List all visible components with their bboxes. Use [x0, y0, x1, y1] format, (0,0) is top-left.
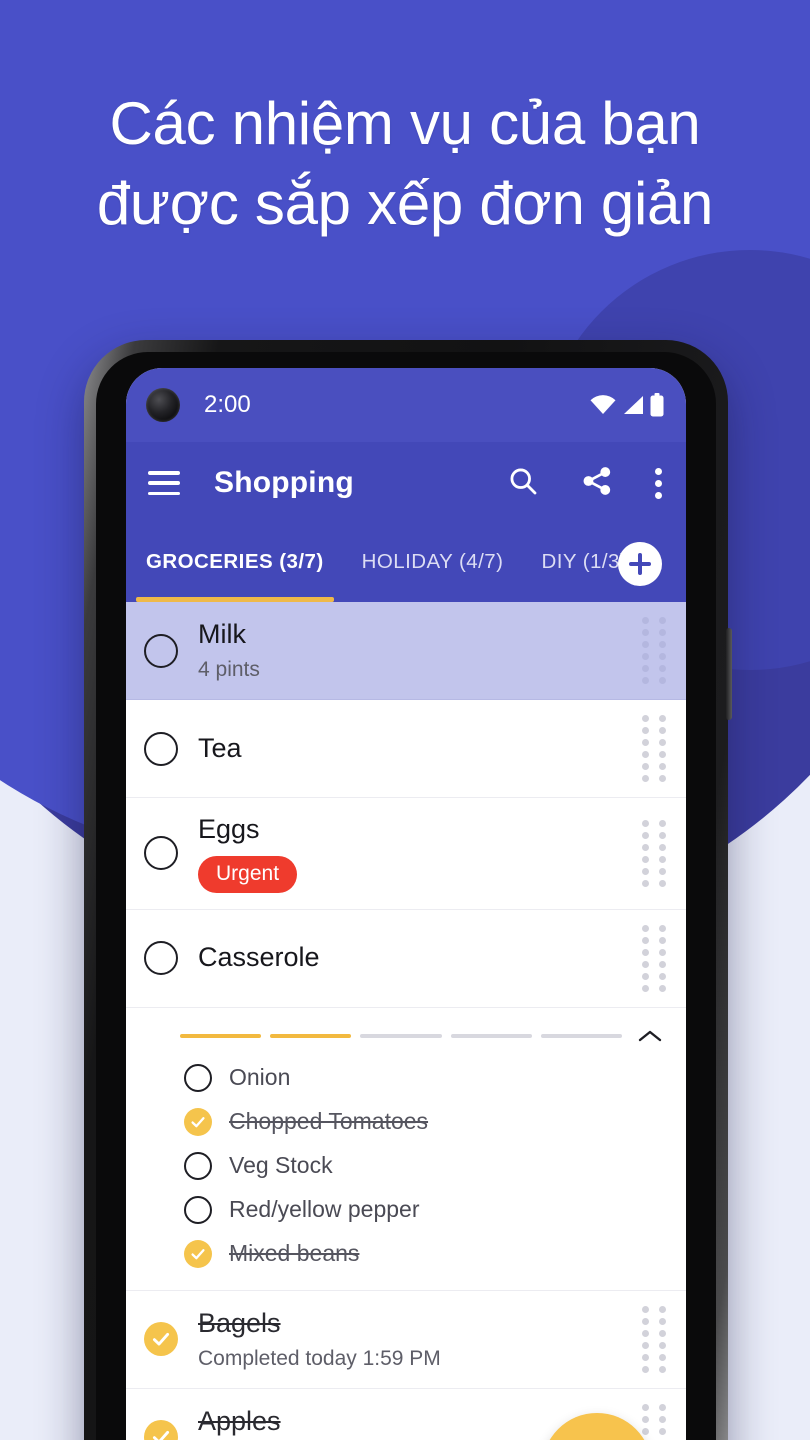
progress-segment [540, 1033, 623, 1038]
list-item[interactable]: Mixed beans [144, 1232, 668, 1276]
task-content: Tea [198, 717, 632, 781]
task-content: Eggs Urgent [198, 798, 632, 909]
add-list-button[interactable] [618, 542, 662, 586]
task-title: Milk [198, 619, 246, 650]
table-row[interactable]: Milk 4 pints [126, 602, 686, 700]
list-item[interactable]: Onion [144, 1056, 668, 1100]
subtask-checkbox-red-yellow-pepper[interactable] [184, 1195, 212, 1224]
phone-screen: 2:00 Shopping GROCERIES (3/7) HOLIDAY (4… [126, 368, 686, 1440]
cellular-signal-icon [622, 395, 644, 415]
progress-segment [270, 1033, 352, 1038]
page-title: Shopping [214, 466, 354, 499]
search-icon[interactable] [507, 465, 539, 502]
front-camera-icon [146, 388, 180, 422]
task-list: Milk 4 pints Tea Eggs Urgent Casserole O… [126, 602, 686, 1440]
progress-segment [360, 1033, 442, 1038]
subtask-progress [144, 1022, 668, 1056]
drag-handle-icon[interactable] [642, 819, 668, 887]
status-bar: 2:00 [126, 368, 686, 442]
app-bar: Shopping [126, 442, 686, 524]
subtask-label: Onion [229, 1064, 291, 1091]
promo-headline: Các nhiệm vụ của bạn được sắp xếp đơn gi… [96, 90, 714, 237]
status-bar-icons [590, 393, 664, 417]
subtask-checkbox-onion[interactable] [184, 1063, 212, 1092]
task-title: Eggs [198, 814, 260, 844]
share-icon[interactable] [581, 465, 613, 502]
task-checkbox-tea[interactable] [144, 731, 178, 766]
subtask-label: Veg Stock [229, 1152, 333, 1179]
drag-handle-icon[interactable] [642, 924, 668, 992]
tab-bar: GROCERIES (3/7) HOLIDAY (4/7) DIY (1/3) [126, 524, 686, 602]
table-row[interactable]: Bagels Completed today 1:59 PM [126, 1290, 686, 1389]
subtask-checkbox-mixed-beans[interactable] [184, 1239, 212, 1268]
status-bar-time: 2:00 [204, 391, 251, 418]
task-content: Casserole [198, 926, 632, 990]
drag-handle-icon[interactable] [642, 617, 668, 684]
battery-icon [650, 393, 664, 417]
promo-screenshot: Các nhiệm vụ của bạn được sắp xếp đơn gi… [0, 0, 810, 1440]
list-item[interactable]: Chopped Tomatoes [144, 1100, 668, 1144]
progress-segment [180, 1033, 262, 1038]
drag-handle-icon[interactable] [642, 715, 668, 782]
tab-holiday[interactable]: HOLIDAY (4/7) [362, 524, 504, 602]
task-checkbox-apples[interactable] [144, 1420, 178, 1440]
status-badge: Urgent [198, 855, 298, 893]
task-subtitle: 4 pints [198, 657, 260, 681]
table-row[interactable]: Casserole [126, 909, 686, 1008]
progress-segments [180, 1033, 623, 1038]
task-subtitle: Completed today 1:59 PM [198, 1346, 441, 1370]
drag-handle-icon[interactable] [642, 1305, 668, 1373]
subtask-checkbox-veg-stock[interactable] [184, 1151, 212, 1180]
task-checkbox-eggs[interactable] [144, 836, 178, 871]
chevron-up-icon[interactable] [636, 1022, 664, 1050]
subtask-label: Red/yellow pepper [229, 1196, 420, 1223]
hamburger-menu-icon[interactable] [148, 471, 180, 495]
task-content: Bagels Completed today 1:59 PM [198, 1292, 632, 1387]
task-content: Milk 4 pints [198, 603, 632, 698]
table-row[interactable]: Tea [126, 700, 686, 798]
drag-handle-icon[interactable] [642, 1403, 668, 1440]
list-item[interactable]: Veg Stock [144, 1144, 668, 1188]
wifi-icon [590, 395, 616, 415]
task-title: Casserole [198, 942, 320, 973]
list-item[interactable]: Red/yellow pepper [144, 1188, 668, 1232]
subtask-checkbox-chopped-tomatoes[interactable] [184, 1107, 212, 1136]
task-title: Tea [198, 732, 242, 763]
task-checkbox-milk[interactable] [144, 633, 178, 668]
task-checkbox-bagels[interactable] [144, 1322, 178, 1357]
tab-diy[interactable]: DIY (1/3) [541, 524, 627, 602]
app-bar-actions [507, 465, 662, 502]
subtask-label: Chopped Tomatoes [229, 1108, 429, 1135]
task-checkbox-casserole[interactable] [144, 941, 178, 976]
phone-mockup: 2:00 Shopping GROCERIES (3/7) HOLIDAY (4… [84, 340, 732, 1440]
subtask-panel: Onion Chopped Tomatoes Veg Stock Red/yel… [126, 1007, 686, 1291]
task-title: Bagels [198, 1307, 281, 1338]
subtask-label: Mixed beans [229, 1240, 360, 1267]
overflow-menu-icon[interactable] [655, 467, 662, 499]
phone-side-button [726, 628, 732, 720]
tab-groceries[interactable]: GROCERIES (3/7) [136, 524, 334, 602]
table-row[interactable]: Eggs Urgent [126, 798, 686, 910]
progress-segment [450, 1033, 532, 1038]
